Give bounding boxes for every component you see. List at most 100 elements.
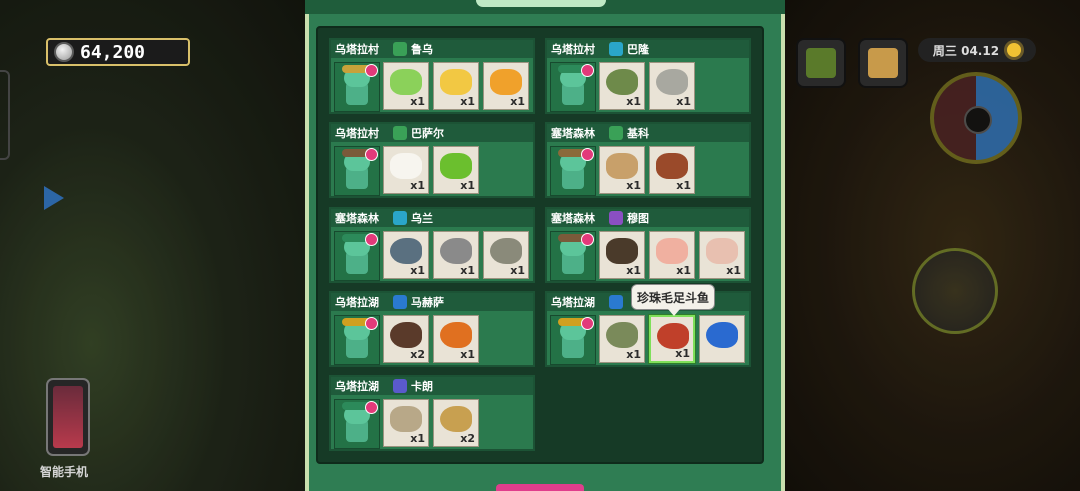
card-header: 乌塔拉村 巴萨尔 [331, 124, 533, 142]
card-header: 乌塔拉村 巴隆 [547, 40, 749, 58]
npc-portrait[interactable] [550, 315, 596, 365]
item-slot-catfish[interactable]: x1 [649, 62, 695, 110]
npc-portrait[interactable] [334, 146, 380, 196]
day-night-clock [930, 72, 1022, 164]
bass-icon [606, 322, 638, 348]
root-icon [706, 238, 738, 264]
requested-items: x1 x2 [383, 399, 479, 447]
requested-items: x1 x1 [599, 146, 695, 194]
catfish-icon [656, 69, 688, 95]
location-label: 乌塔拉村 [335, 127, 379, 140]
item-slot-tilapia[interactable]: x1 [599, 62, 645, 110]
arowana-icon [440, 406, 472, 432]
item-slot-root[interactable]: x1 [699, 231, 745, 279]
npc-portrait[interactable] [334, 315, 380, 365]
request-card: 乌塔拉湖 卡朗 x1 x2 [329, 375, 535, 451]
item-slot-ammonite[interactable]: x1 [383, 399, 429, 447]
location-label: 塞塔森林 [551, 212, 595, 225]
item-slot-crayfish[interactable]: x2 [383, 315, 429, 363]
play-icon[interactable] [44, 186, 64, 210]
mood-icon [365, 317, 378, 330]
panel-bottom-tab[interactable] [496, 484, 584, 491]
item-slot-fish-a[interactable]: x1 [383, 231, 429, 279]
smartphone-label: 智能手机 [40, 465, 89, 479]
coin-icon [54, 42, 74, 62]
item-quantity: x1 [675, 347, 690, 360]
ammonite-icon [390, 406, 422, 432]
location-label: 乌塔拉村 [551, 43, 595, 56]
npc-portrait[interactable] [334, 62, 380, 112]
npc-portrait[interactable] [550, 146, 596, 196]
item-slot-goldfish[interactable]: x1 [433, 315, 479, 363]
npc-name: 巴萨尔 [411, 127, 444, 140]
requested-items: x1 x1 [599, 315, 745, 363]
character-button[interactable] [858, 38, 908, 88]
item-slot-carambola[interactable]: x1 [483, 62, 529, 110]
npc-type-icon [393, 211, 407, 225]
npc-portrait[interactable] [550, 62, 596, 112]
card-header: 乌塔拉村 鲁乌 [331, 40, 533, 58]
location-label: 乌塔拉湖 [551, 296, 595, 309]
item-slot-betta[interactable] [699, 315, 745, 363]
pearl-gourami-icon [657, 323, 689, 349]
card-header: 塞塔森林 基科 [547, 124, 749, 142]
carambola-icon [490, 69, 522, 95]
backpack-icon [806, 48, 836, 78]
date-display: 周三 04.12 [918, 38, 1036, 62]
mood-icon [365, 64, 378, 77]
item-quantity: x1 [726, 264, 741, 277]
npc-portrait[interactable] [334, 231, 380, 281]
item-slot-shrimp[interactable]: x1 [649, 231, 695, 279]
item-slot-fish-c[interactable]: x1 [483, 231, 529, 279]
lime-icon [390, 69, 422, 95]
card-header: 塞塔森林 乌兰 [331, 209, 533, 227]
request-card: 塞塔森林 穆图 x1 x1 x1 [545, 207, 751, 283]
smartphone-button[interactable] [46, 378, 90, 456]
currency-display: 64,200 [46, 38, 190, 66]
requested-items: x1 x1 [599, 62, 695, 110]
mood-icon [365, 233, 378, 246]
requested-items: x1 x1 x1 [383, 231, 529, 279]
mood-icon [581, 233, 594, 246]
npc-name: 卡朗 [411, 380, 433, 393]
eel-icon [606, 238, 638, 264]
item-slot-fish-b[interactable]: x1 [433, 231, 479, 279]
item-quantity: x1 [626, 95, 641, 108]
requested-items: x1 x1 x1 [383, 62, 529, 110]
card-header: 乌塔拉湖 马赫萨 [331, 293, 533, 311]
item-slot-banana[interactable]: x1 [433, 62, 479, 110]
item-slot-eel[interactable]: x1 [599, 231, 645, 279]
item-quantity: x1 [510, 264, 525, 277]
item-quantity: x1 [676, 264, 691, 277]
item-quantity: x1 [676, 179, 691, 192]
mood-icon [365, 401, 378, 414]
side-panel-handle[interactable] [0, 70, 10, 160]
panel-top-tab[interactable] [476, 0, 606, 7]
npc-type-icon [609, 126, 623, 140]
requested-items: x1 x1 [383, 146, 479, 194]
backpack-button[interactable] [796, 38, 846, 88]
location-label: 塞塔森林 [551, 127, 595, 140]
phone-screen [53, 386, 83, 448]
fish-b-icon [440, 238, 472, 264]
npc-name: 巴隆 [627, 43, 649, 56]
requested-items: x1 x1 x1 [599, 231, 745, 279]
npc-portrait[interactable] [550, 231, 596, 281]
item-tooltip: 珍珠毛足斗鱼 [631, 284, 715, 316]
item-quantity: x1 [460, 264, 475, 277]
item-slot-egg[interactable]: x1 [383, 146, 429, 194]
item-slot-fiddlehead[interactable]: x1 [433, 146, 479, 194]
item-slot-pearl-gourami[interactable]: x1 [649, 315, 695, 363]
request-card: 乌塔拉村 巴萨尔 x1 x1 [329, 122, 535, 198]
item-slot-arowana[interactable]: x2 [433, 399, 479, 447]
item-slot-bass[interactable]: x1 [599, 315, 645, 363]
crayfish-icon [390, 322, 422, 348]
item-slot-wood[interactable]: x1 [649, 146, 695, 194]
item-slot-log[interactable]: x1 [599, 146, 645, 194]
npc-name: 乌兰 [411, 212, 433, 225]
wood-icon [656, 153, 688, 179]
companion-button[interactable] [912, 248, 998, 334]
npc-portrait[interactable] [334, 399, 380, 449]
shrimp-icon [656, 238, 688, 264]
item-slot-lime[interactable]: x1 [383, 62, 429, 110]
